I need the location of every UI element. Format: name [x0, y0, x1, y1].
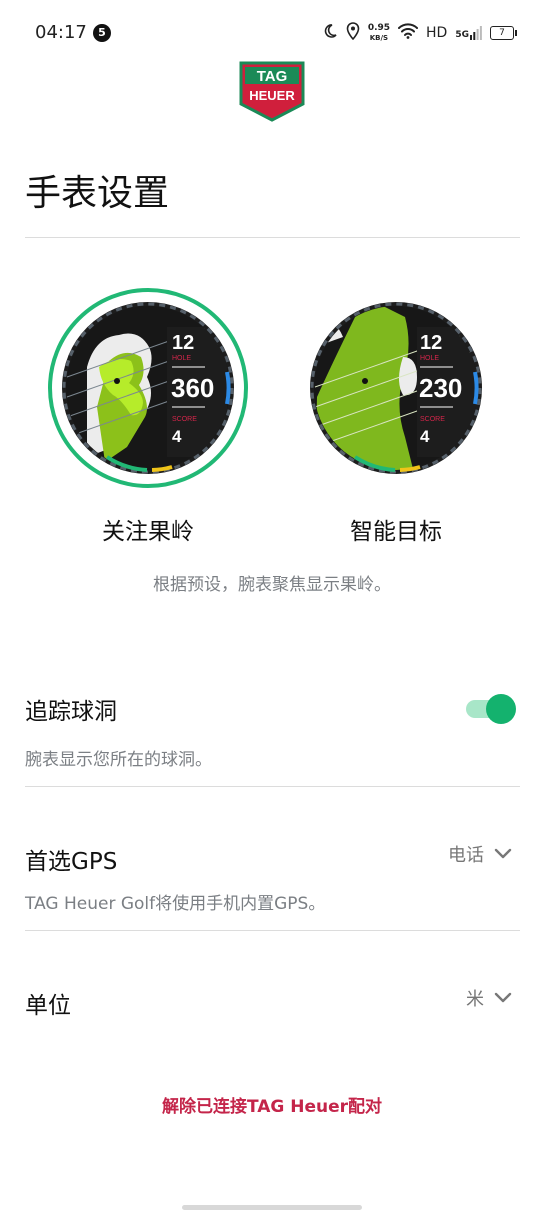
preferred-gps-dropdown[interactable]: 电话 [448, 841, 512, 867]
preferred-gps-title: 首选GPS [25, 849, 118, 875]
svg-text:4: 4 [172, 427, 182, 446]
svg-text:SCORE: SCORE [172, 416, 197, 423]
chevron-down-icon [494, 844, 512, 865]
watch-face-smart-target[interactable]: 12 HOLE 230 SCORE 4 [295, 287, 497, 489]
svg-text:TAG: TAG [257, 68, 288, 85]
units-value: 米 [466, 989, 484, 1010]
svg-text:12: 12 [420, 332, 442, 354]
watch-face-green-focus[interactable]: 12 HOLE 360 SCORE 4 [47, 287, 249, 489]
svg-text:SCORE: SCORE [420, 416, 445, 423]
units-title: 单位 [25, 993, 71, 1019]
location-icon [346, 22, 360, 44]
watch-face-label-green-focus[interactable]: 关注果岭 [47, 512, 249, 546]
preferred-gps-value: 电话 [448, 845, 484, 866]
preferred-gps-subtitle: TAG Heuer Golf将使用手机内置GPS。 [25, 894, 326, 914]
svg-text:230: 230 [419, 373, 462, 403]
notification-badge: 5 [93, 24, 111, 42]
home-indicator[interactable] [182, 1205, 362, 1210]
watch-face-description: 根据预设，腕表聚焦显示果岭。 [153, 575, 391, 595]
tag-heuer-logo: TAG HEUER [238, 60, 306, 122]
status-icons: 0.95 KB/S HD 5G 7 [322, 20, 517, 46]
track-hole-title: 追踪球洞 [25, 699, 117, 725]
units-dropdown[interactable]: 米 [466, 985, 512, 1011]
page-title: 手表设置 [25, 173, 170, 214]
status-bar: 04:17 5 0.95 KB/S HD 5G 7 [0, 0, 544, 66]
signal-icon: 5G [455, 26, 482, 40]
watch-face-label-smart-target[interactable]: 智能目标 [295, 512, 497, 546]
svg-text:12: 12 [172, 332, 194, 354]
svg-text:4: 4 [420, 427, 430, 446]
chevron-down-icon [494, 988, 512, 1009]
divider [25, 786, 520, 787]
status-time: 04:17 [35, 22, 87, 43]
svg-text:HEUER: HEUER [249, 88, 295, 103]
svg-text:HOLE: HOLE [172, 355, 191, 362]
hd-indicator: HD [426, 25, 448, 41]
moon-icon [322, 23, 338, 43]
battery-icon: 7 [490, 26, 517, 40]
wifi-icon [398, 23, 419, 43]
track-hole-subtitle: 腕表显示您所在的球洞。 [25, 750, 212, 770]
divider [25, 237, 520, 238]
network-speed: 0.95 KB/S [367, 23, 391, 42]
track-hole-toggle[interactable] [466, 692, 516, 726]
svg-text:HOLE: HOLE [420, 355, 439, 362]
divider [25, 930, 520, 931]
unpair-link[interactable]: 解除已连接TAG Heuer配对 [0, 1092, 544, 1117]
svg-text:360: 360 [171, 373, 214, 403]
